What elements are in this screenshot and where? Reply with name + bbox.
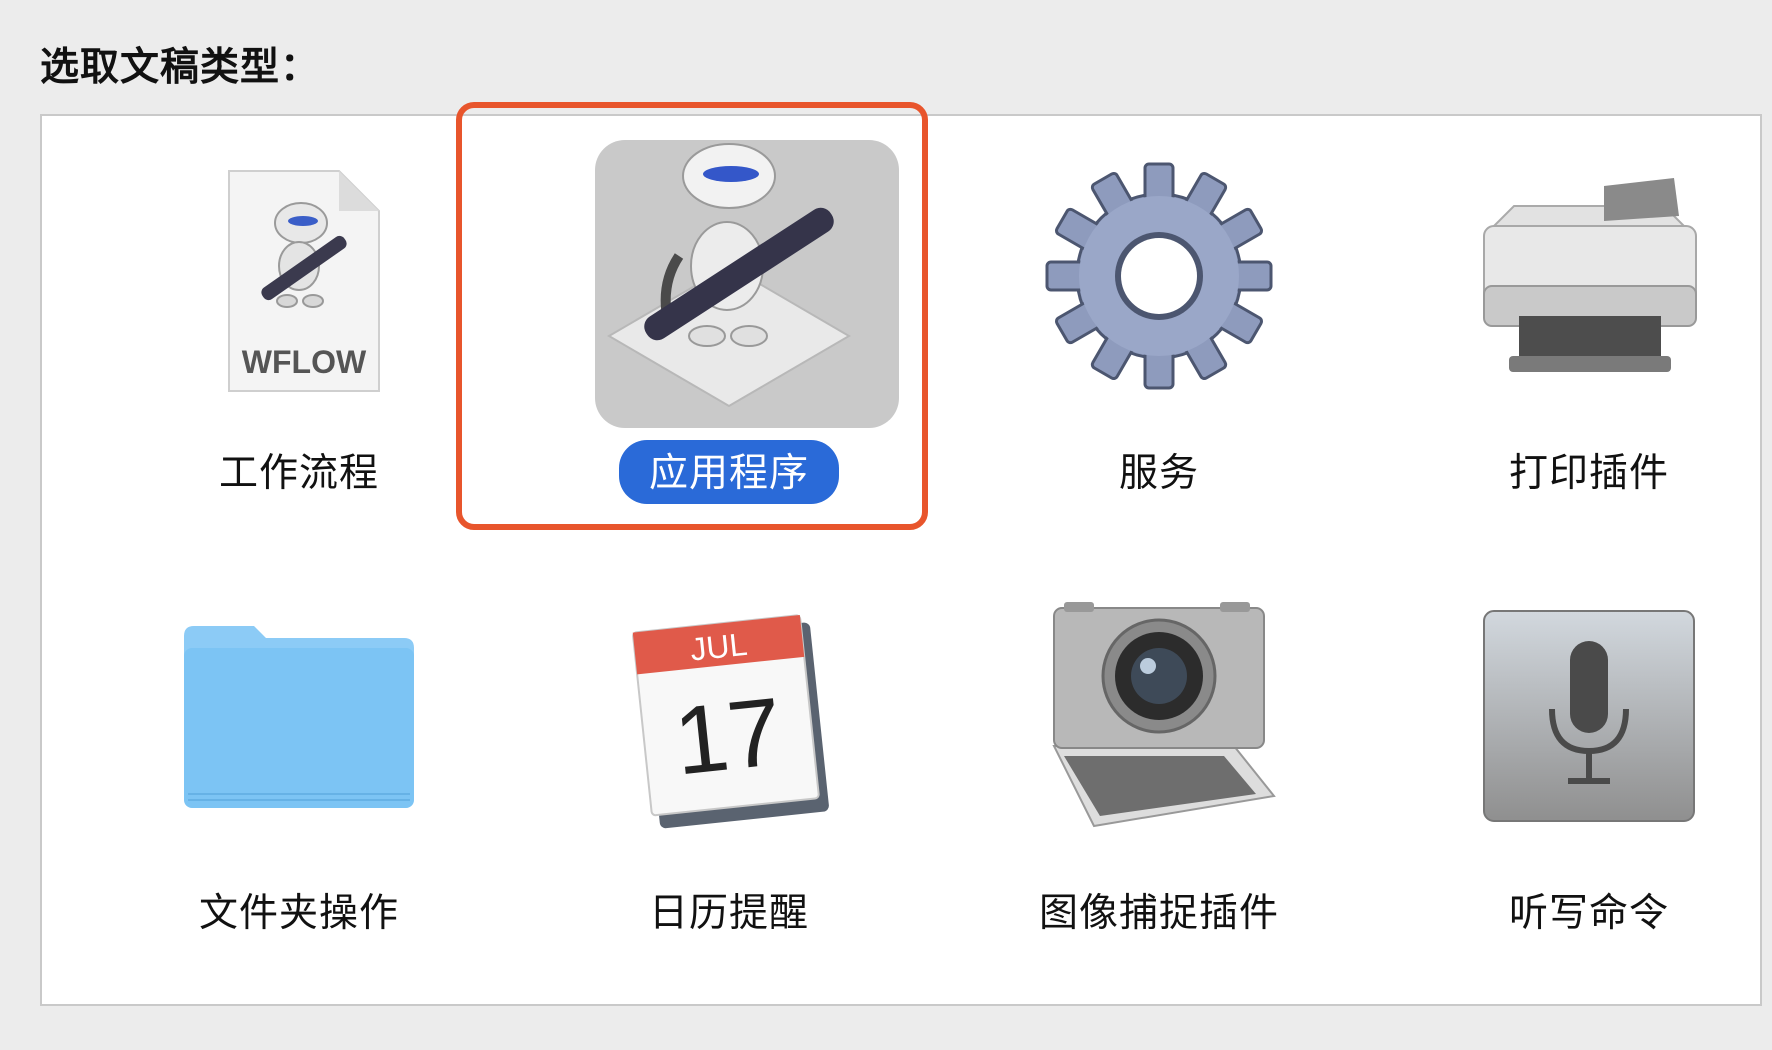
doc-type-label: 工作流程 bbox=[218, 451, 379, 496]
workflow-document-icon: WFLOW bbox=[228, 170, 380, 392]
automator-robot-icon bbox=[607, 143, 851, 408]
document-type-grid: WFLOW 工作流程 应用程序 服务 打印插件 文件夹操作 JUL 17 日历提… bbox=[40, 114, 1762, 1006]
gear-icon bbox=[1045, 162, 1273, 390]
doc-type-label: 打印插件 bbox=[1508, 451, 1669, 496]
camera-icon bbox=[1052, 602, 1276, 828]
doc-type-label: 文件夹操作 bbox=[198, 891, 399, 936]
doc-type-calendar-alarm[interactable]: JUL 17 日历提醒 bbox=[514, 566, 944, 986]
doc-type-workflow[interactable]: WFLOW 工作流程 bbox=[84, 126, 514, 546]
doc-type-label: 日历提醒 bbox=[648, 891, 809, 936]
calendar-day: 17 bbox=[669, 678, 786, 796]
doc-type-label: 听写命令 bbox=[1508, 891, 1669, 936]
doc-type-print-plugin[interactable]: 打印插件 bbox=[1374, 126, 1772, 546]
printer-icon bbox=[1483, 178, 1697, 372]
doc-type-label: 应用程序 bbox=[618, 440, 839, 504]
microphone-icon bbox=[1483, 610, 1695, 822]
doc-type-application[interactable]: 应用程序 bbox=[514, 126, 944, 546]
choose-document-type-heading: 选取文稿类型： bbox=[40, 45, 321, 90]
workflow-ext-label: WFLOW bbox=[242, 344, 367, 380]
doc-type-label: 图像捕捉插件 bbox=[1038, 891, 1279, 936]
doc-type-folder-action[interactable]: 文件夹操作 bbox=[84, 566, 514, 986]
doc-type-dictation-command[interactable]: 听写命令 bbox=[1374, 566, 1772, 986]
folder-icon bbox=[184, 626, 414, 808]
doc-type-service[interactable]: 服务 bbox=[944, 126, 1374, 546]
doc-type-label: 服务 bbox=[1118, 451, 1199, 496]
calendar-month: JUL bbox=[689, 626, 749, 668]
doc-type-image-capture-plugin[interactable]: 图像捕捉插件 bbox=[944, 566, 1374, 986]
calendar-icon: JUL 17 bbox=[632, 614, 829, 829]
